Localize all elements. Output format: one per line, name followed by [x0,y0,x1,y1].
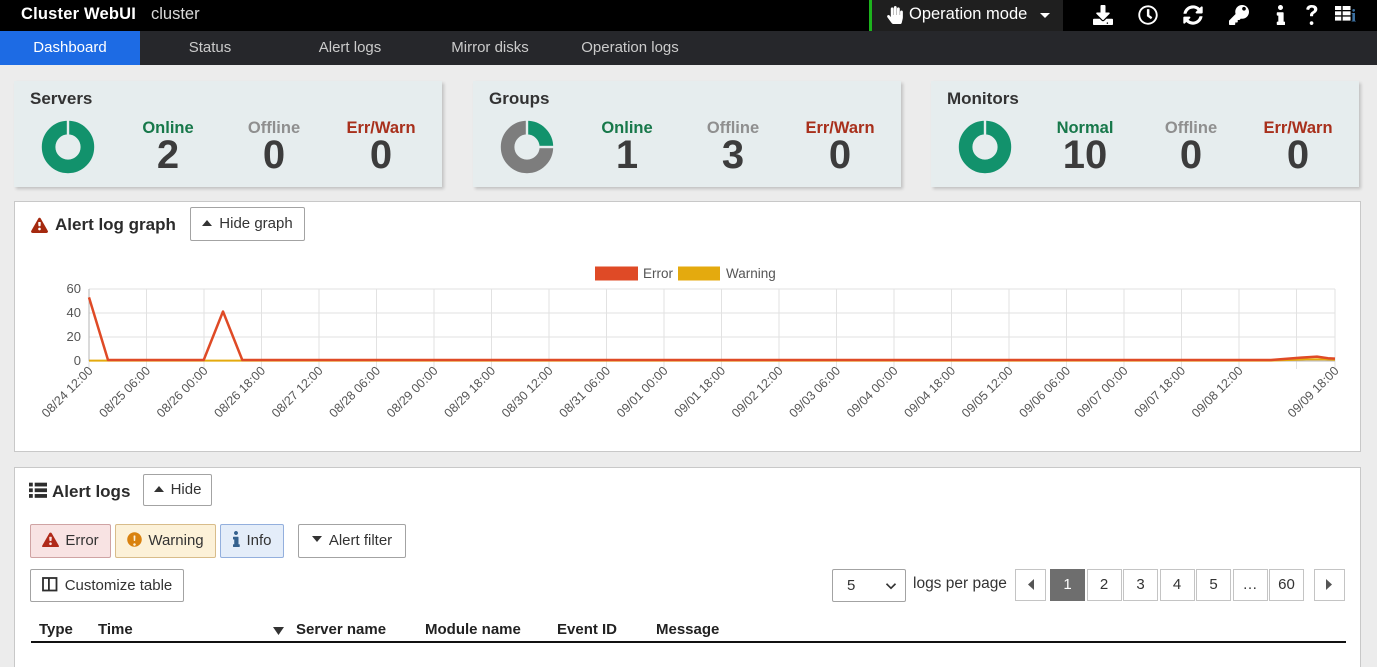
svg-text:20: 20 [67,329,81,344]
svg-text:09/07 18:00: 09/07 18:00 [1132,364,1189,421]
svg-text:08/31 06:00: 08/31 06:00 [557,364,614,421]
svg-text:08/26 00:00: 08/26 00:00 [154,364,211,421]
svg-text:08/28 06:00: 08/28 06:00 [327,364,384,421]
svg-text:08/24 12:00: 08/24 12:00 [39,364,96,421]
svg-text:08/27 12:00: 08/27 12:00 [269,364,326,421]
svg-text:09/09 18:00: 09/09 18:00 [1285,364,1342,421]
svg-text:40: 40 [67,305,81,320]
svg-text:09/04 18:00: 09/04 18:00 [902,364,959,421]
svg-text:08/30 12:00: 08/30 12:00 [499,364,556,421]
svg-text:09/01 00:00: 09/01 00:00 [614,364,671,421]
svg-text:09/06 06:00: 09/06 06:00 [1017,364,1074,421]
svg-text:09/04 00:00: 09/04 00:00 [844,364,901,421]
svg-text:0: 0 [74,353,81,368]
svg-text:08/29 18:00: 08/29 18:00 [442,364,499,421]
svg-text:Error: Error [643,266,674,281]
svg-text:09/02 12:00: 09/02 12:00 [729,364,786,421]
svg-text:08/26 18:00: 08/26 18:00 [212,364,269,421]
svg-text:09/07 00:00: 09/07 00:00 [1074,364,1131,421]
svg-text:08/25 06:00: 08/25 06:00 [97,364,154,421]
svg-text:09/01 18:00: 09/01 18:00 [672,364,729,421]
svg-text:09/03 06:00: 09/03 06:00 [787,364,844,421]
svg-text:Warning: Warning [726,266,776,281]
svg-text:i: i [1351,6,1356,26]
svg-text:09/05 12:00: 09/05 12:00 [959,364,1016,421]
svg-text:60: 60 [67,281,81,296]
svg-text:08/29 00:00: 08/29 00:00 [384,364,441,421]
svg-text:09/08 12:00: 09/08 12:00 [1189,364,1246,421]
